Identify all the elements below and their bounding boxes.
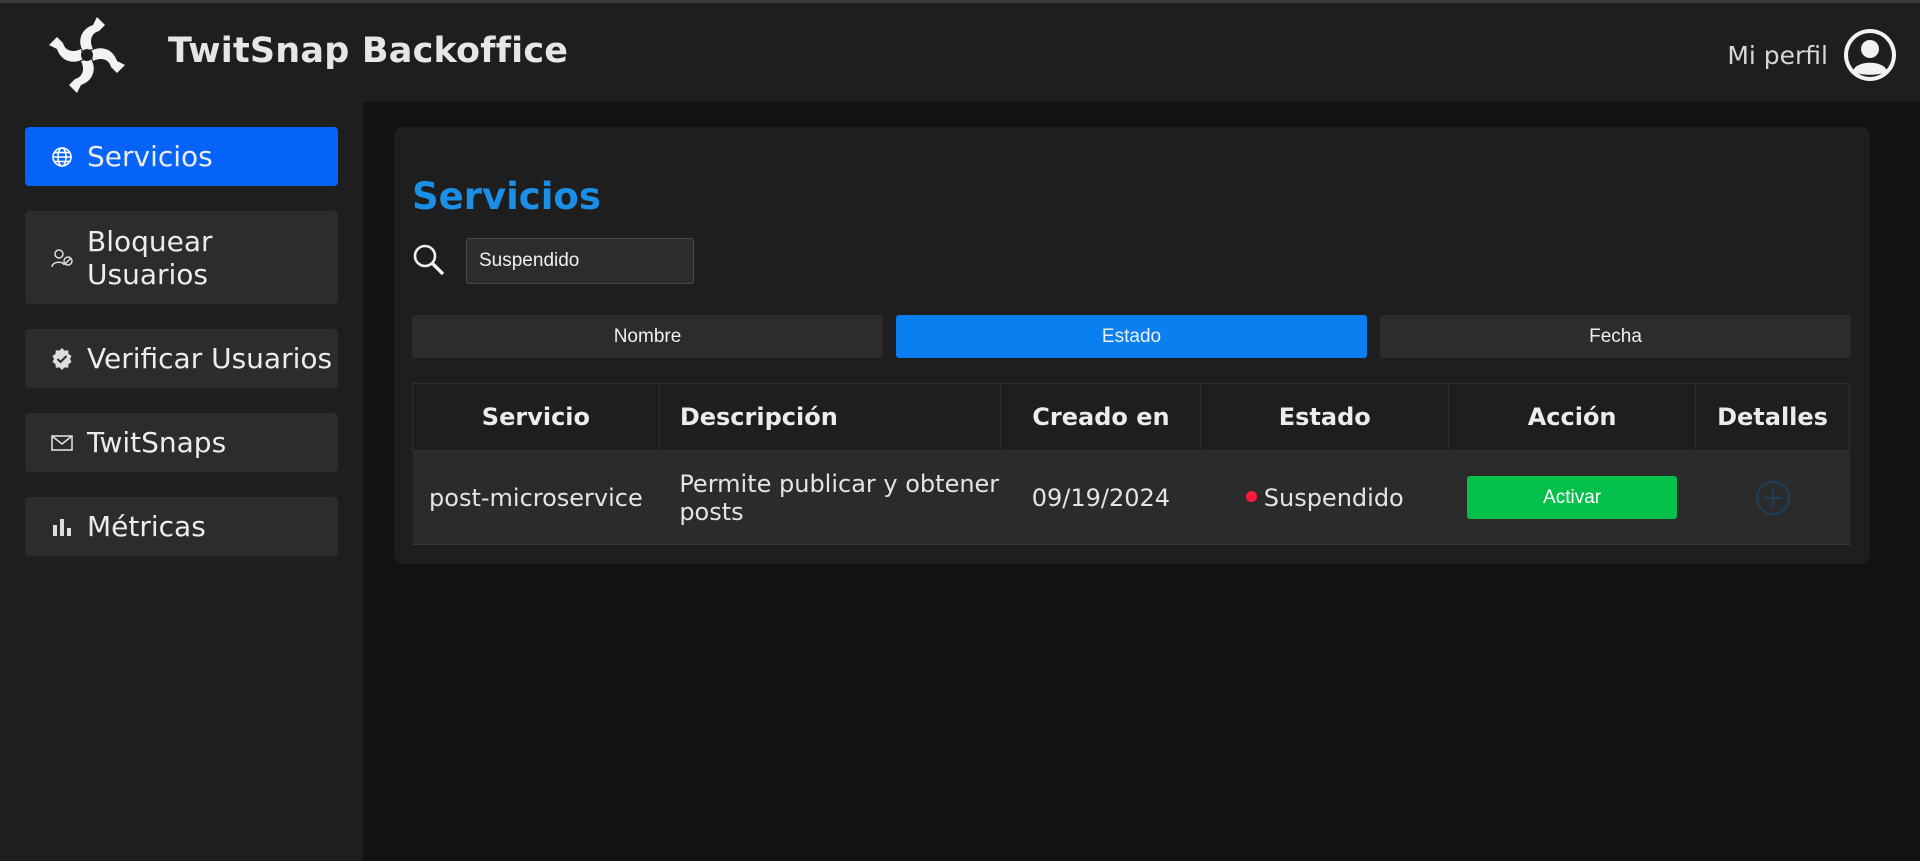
status-dot bbox=[1245, 491, 1257, 502]
top-bar: TwitSnap Backoffice Mi perfil bbox=[0, 0, 1920, 102]
user-circle-icon[interactable] bbox=[1842, 27, 1898, 83]
filter-estado-button[interactable]: Estado bbox=[896, 315, 1367, 358]
pinwheel-logo-icon bbox=[49, 17, 125, 93]
filter-nombre-button[interactable]: Nombre bbox=[412, 315, 883, 358]
sidebar-item-twitsnaps[interactable]: TwitSnaps bbox=[25, 413, 338, 472]
user-block-icon bbox=[49, 245, 75, 271]
cell-detalles bbox=[1695, 450, 1850, 545]
sidebar-item-label: Métricas bbox=[87, 510, 206, 543]
sidebar-item-servicios[interactable]: Servicios bbox=[25, 127, 338, 186]
cell-creado-en: 09/19/2024 bbox=[1000, 450, 1201, 545]
plus-circle-icon[interactable] bbox=[1754, 479, 1792, 517]
column-header-accion: Acción bbox=[1448, 383, 1697, 451]
cell-accion: Activar bbox=[1448, 450, 1696, 545]
cell-descripcion: Permite publicar y obtener posts bbox=[659, 450, 1001, 545]
bar-chart-icon bbox=[49, 514, 75, 540]
status-text: Suspendido bbox=[1263, 483, 1404, 512]
sidebar: Servicios Bloquear Usuarios Verificar Us… bbox=[0, 102, 363, 861]
cell-estado: Suspendido bbox=[1200, 450, 1449, 545]
profile-label: Mi perfil bbox=[1727, 40, 1828, 70]
cell-servicio: post-microservice bbox=[412, 450, 660, 545]
sidebar-item-metricas[interactable]: Métricas bbox=[25, 497, 338, 556]
services-panel: Servicios Nombre Estado Fecha Servicio D… bbox=[394, 127, 1870, 564]
sidebar-item-bloquear-usuarios[interactable]: Bloquear Usuarios bbox=[25, 211, 338, 304]
table-header-row: Servicio Descripción Creado en Estado Ac… bbox=[412, 383, 1850, 451]
activar-button[interactable]: Activar bbox=[1467, 476, 1678, 519]
column-header-creado-en: Creado en bbox=[1000, 383, 1202, 451]
sidebar-item-verificar-usuarios[interactable]: Verificar Usuarios bbox=[25, 329, 338, 388]
sidebar-item-label: Verificar Usuarios bbox=[87, 342, 333, 375]
column-header-estado: Estado bbox=[1200, 383, 1450, 451]
column-header-descripcion: Descripción bbox=[658, 383, 1002, 451]
search-input[interactable] bbox=[466, 238, 694, 284]
verified-badge-icon bbox=[49, 346, 75, 372]
column-header-servicio: Servicio bbox=[412, 383, 660, 451]
table-row: post-microservice Permite publicar y obt… bbox=[412, 450, 1850, 545]
search-icon[interactable] bbox=[412, 243, 446, 277]
profile-menu[interactable]: Mi perfil bbox=[1727, 27, 1898, 83]
globe-icon bbox=[49, 144, 75, 170]
filter-fecha-button[interactable]: Fecha bbox=[1380, 315, 1851, 358]
column-header-detalles: Detalles bbox=[1695, 383, 1850, 451]
page-title: Servicios bbox=[412, 175, 601, 218]
sidebar-item-label: TwitSnaps bbox=[87, 426, 227, 459]
app-title: TwitSnap Backoffice bbox=[168, 31, 569, 71]
sidebar-item-label: Bloquear Usuarios bbox=[87, 224, 213, 291]
sidebar-item-label: Servicios bbox=[87, 140, 213, 173]
envelope-icon bbox=[49, 430, 75, 456]
services-table: Servicio Descripción Creado en Estado Ac… bbox=[412, 383, 1850, 545]
